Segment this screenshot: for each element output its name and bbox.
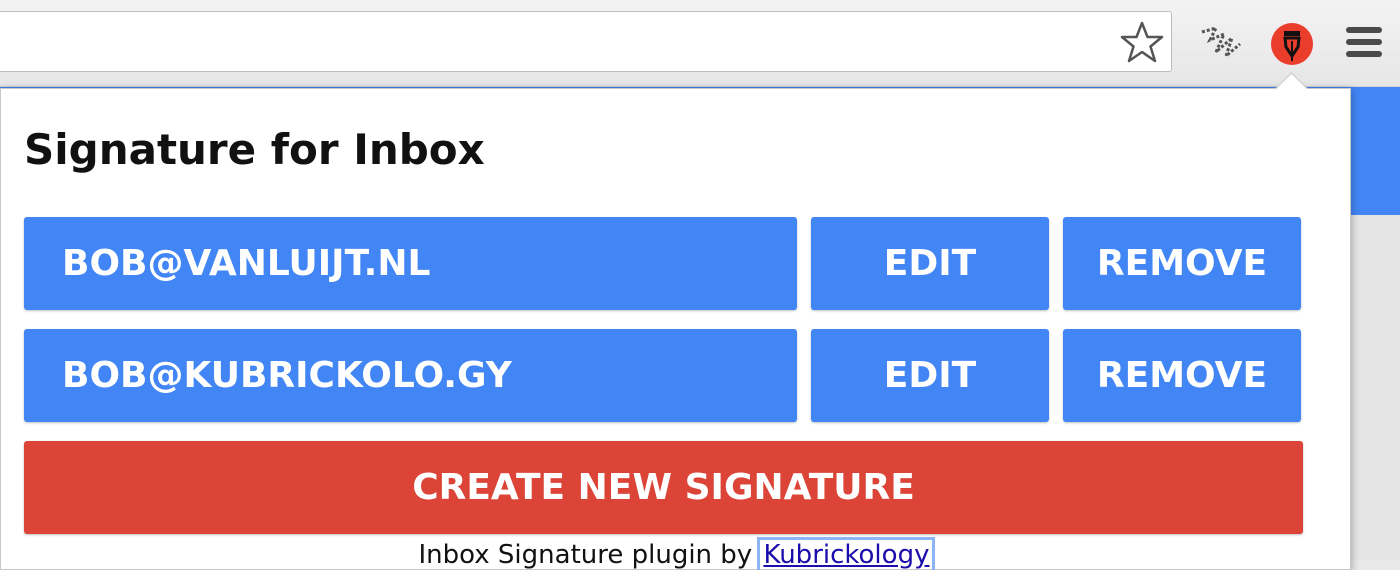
scribble-extension-icon[interactable]	[1196, 22, 1244, 62]
page-background-side	[1350, 215, 1400, 560]
extension-popup: Signature for Inbox BOB@VANLUIJT.NL EDIT…	[0, 88, 1351, 570]
signature-email-button[interactable]: BOB@VANLUIJT.NL	[24, 217, 797, 310]
edit-signature-button[interactable]: EDIT	[811, 329, 1049, 422]
kubrickology-link[interactable]: Kubrickology	[757, 537, 936, 570]
remove-signature-button[interactable]: REMOVE	[1063, 329, 1301, 422]
pen-nib-extension-icon[interactable]	[1271, 23, 1313, 65]
star-icon[interactable]	[1119, 20, 1165, 66]
popup-title: Signature for Inbox	[24, 125, 485, 174]
address-bar[interactable]	[0, 11, 1172, 72]
browser-toolbar	[0, 0, 1400, 87]
edit-signature-button[interactable]: EDIT	[811, 217, 1049, 310]
remove-signature-button[interactable]: REMOVE	[1063, 217, 1301, 310]
popup-footer: Inbox Signature plugin by Kubrickology	[1, 537, 1350, 570]
footer-credit-text: Inbox Signature plugin by	[418, 540, 761, 570]
signature-email-button[interactable]: BOB@KUBRICKOLO.GY	[24, 329, 797, 422]
create-new-signature-button[interactable]: CREATE NEW SIGNATURE	[24, 441, 1303, 534]
hamburger-menu-icon[interactable]	[1346, 27, 1382, 59]
